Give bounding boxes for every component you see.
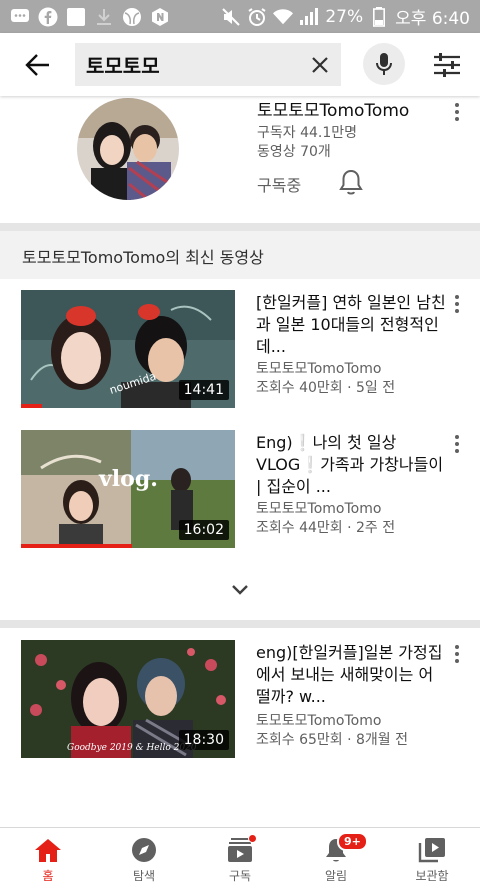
channel-more-button[interactable] bbox=[449, 100, 465, 124]
microphone-icon bbox=[376, 53, 392, 75]
channel-avatar[interactable] bbox=[77, 98, 179, 200]
battery-icon bbox=[369, 6, 389, 27]
channel-name: 토모토모TomoTomo bbox=[257, 101, 410, 121]
show-more-button[interactable] bbox=[225, 578, 255, 602]
video-channel: 토모토모TomoTomo bbox=[256, 501, 382, 517]
video-thumbnail[interactable]: vlog. 16:02 bbox=[21, 430, 235, 548]
nav-notifications[interactable]: 9+ 알림 bbox=[288, 828, 384, 891]
sliders-icon bbox=[434, 53, 460, 77]
arrow-left-icon bbox=[24, 53, 49, 76]
nav-home[interactable]: 홈 bbox=[0, 828, 96, 891]
nav-library[interactable]: 보관함 bbox=[384, 828, 480, 891]
clear-search-button[interactable] bbox=[299, 43, 341, 86]
divider bbox=[0, 223, 480, 231]
video-meta: 조회수 40만회 · 5일 전 bbox=[256, 380, 396, 396]
nav-subscriptions-label: 구독 bbox=[228, 869, 252, 883]
video-more-button[interactable] bbox=[449, 432, 465, 456]
battery-percent: 27% bbox=[325, 6, 364, 27]
thumbnail-caption-text: Goodbye 2019 & Hello 2020 bbox=[67, 743, 197, 753]
nav-explore[interactable]: 탐색 bbox=[96, 828, 192, 891]
voice-search-button[interactable] bbox=[363, 43, 405, 85]
close-icon bbox=[312, 56, 328, 73]
naver-icon bbox=[150, 7, 170, 27]
notification-badge: 9+ bbox=[337, 832, 368, 851]
subscribed-button[interactable]: 구독중 bbox=[257, 172, 301, 196]
section-title: 토모토모TomoTomo의 최신 동영상 bbox=[0, 231, 480, 279]
video-thumbnail[interactable]: noumida 14:41 bbox=[21, 290, 235, 408]
video-item[interactable]: vlog. 16:02 Eng)❕나의 첫 일상 VLOG❕가족과 가창나들이 … bbox=[0, 430, 480, 550]
search-header: 토모토모 bbox=[0, 33, 480, 96]
app-square-icon bbox=[66, 7, 86, 27]
video-meta: 조회수 44만회 · 2주 전 bbox=[256, 520, 396, 536]
video-title: [한일커플] 연하 일본인 남친과 일본 10대들의 전형적인 데... bbox=[256, 293, 446, 356]
subscriber-count: 구독자 44.1만명 bbox=[257, 125, 358, 141]
search-query: 토모토모 bbox=[86, 54, 160, 78]
bell-icon: 9+ bbox=[321, 832, 368, 864]
nav-subscriptions[interactable]: 구독 bbox=[192, 828, 288, 891]
video-item[interactable]: Goodbye 2019 & Hello 2020 18:30 eng)[한일커… bbox=[0, 640, 480, 760]
video-duration: 18:30 bbox=[178, 730, 229, 750]
watch-progress-bar bbox=[21, 404, 43, 408]
nav-notifications-label: 알림 bbox=[324, 869, 348, 883]
home-icon bbox=[33, 836, 63, 864]
chat-icon bbox=[10, 7, 30, 27]
chevron-down-icon bbox=[232, 585, 248, 595]
search-input[interactable]: 토모토모 bbox=[75, 43, 341, 86]
notification-bell-button[interactable] bbox=[338, 168, 364, 196]
search-filter-button[interactable] bbox=[428, 47, 466, 83]
nav-library-label: 보관함 bbox=[415, 869, 449, 883]
channel-result[interactable]: 토모토모TomoTomo 구독자 44.1만명 동영상 70개 구독중 bbox=[0, 96, 480, 222]
clock: 오후 6:40 bbox=[395, 9, 470, 29]
signal-icon bbox=[299, 7, 319, 27]
video-count: 동영상 70개 bbox=[257, 144, 331, 160]
divider bbox=[0, 620, 480, 628]
sports-ball-icon bbox=[122, 7, 142, 27]
video-more-button[interactable] bbox=[449, 292, 465, 316]
video-meta: 조회수 65만회 · 8개월 전 bbox=[256, 732, 409, 748]
watch-progress-bar bbox=[21, 544, 133, 548]
mute-icon bbox=[221, 7, 241, 27]
facebook-icon bbox=[38, 7, 58, 27]
nav-home-label: 홈 bbox=[42, 869, 54, 883]
video-channel: 토모토모TomoTomo bbox=[256, 713, 382, 729]
video-title: Eng)❕나의 첫 일상 VLOG❕가족과 가창나들이 | 집순이 ... bbox=[256, 433, 444, 496]
compass-icon bbox=[129, 836, 159, 864]
new-content-dot bbox=[248, 834, 257, 843]
bottom-navigation: 홈 탐색 구독 9+ 알림 보관함 bbox=[0, 827, 480, 891]
subscriptions-icon bbox=[225, 834, 257, 864]
status-bar: 27% 오후 6:40 bbox=[0, 0, 480, 33]
video-duration: 16:02 bbox=[178, 520, 229, 540]
nav-explore-label: 탐색 bbox=[132, 869, 156, 883]
video-duration: 14:41 bbox=[178, 380, 229, 400]
thumbnail-vlog-text: vlog. bbox=[98, 466, 158, 492]
download-icon bbox=[94, 7, 114, 27]
wifi-icon bbox=[273, 7, 294, 27]
back-button[interactable] bbox=[0, 33, 75, 96]
bell-icon bbox=[339, 169, 363, 195]
alarm-icon bbox=[247, 7, 267, 27]
video-channel: 토모토모TomoTomo bbox=[256, 361, 382, 377]
video-more-button[interactable] bbox=[449, 642, 465, 666]
library-icon bbox=[417, 836, 447, 864]
video-title: eng)[한일커플]일본 가정집에서 보내는 새해맞이는 어떨까? w... bbox=[256, 643, 443, 706]
video-item[interactable]: noumida 14:41 [한일커플] 연하 일본인 남친과 일본 10대들의… bbox=[0, 290, 480, 410]
video-thumbnail[interactable]: Goodbye 2019 & Hello 2020 18:30 bbox=[21, 640, 235, 758]
